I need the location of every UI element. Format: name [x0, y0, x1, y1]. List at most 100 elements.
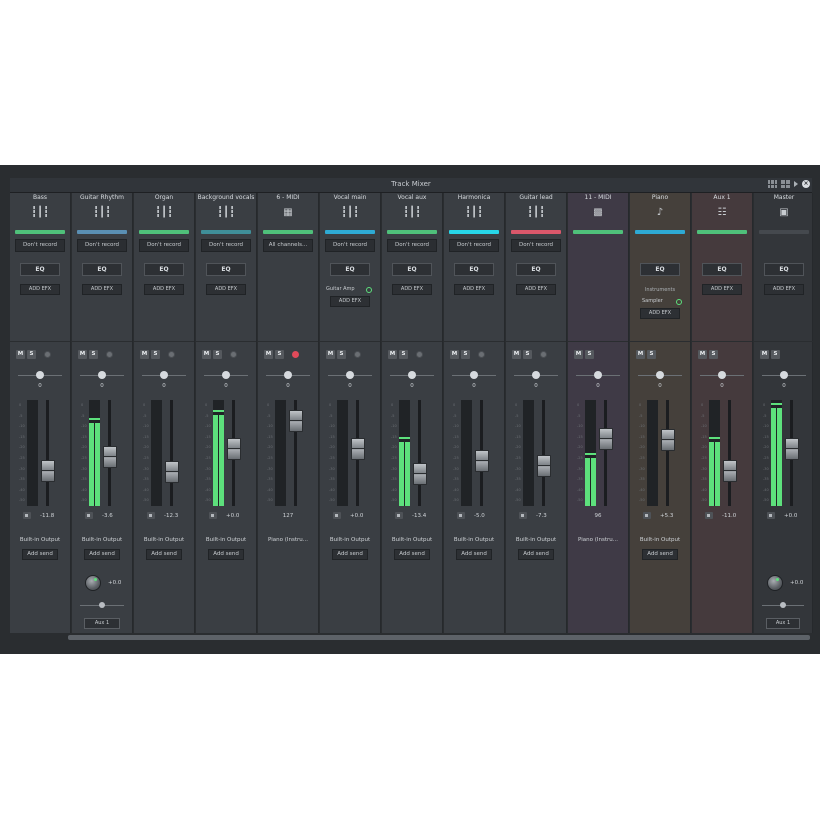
pan-knob[interactable]	[98, 371, 106, 379]
record-source-select[interactable]: Don't record	[387, 239, 437, 252]
volume-fader[interactable]	[351, 437, 365, 460]
track-name[interactable]: Vocal aux	[382, 194, 442, 201]
speaker-icon[interactable]	[643, 512, 651, 519]
track-color-bar[interactable]	[201, 230, 251, 234]
pan-slider[interactable]	[390, 371, 434, 379]
output-select[interactable]: Built-in Output	[382, 537, 442, 543]
track-color-bar[interactable]	[511, 230, 561, 234]
eq-button[interactable]: EQ	[20, 263, 60, 276]
send-destination-select[interactable]: Aux 1	[84, 618, 120, 629]
add-send-button[interactable]: Add send	[22, 549, 58, 560]
add-efx-button[interactable]: ADD EFX	[702, 284, 742, 295]
track-name[interactable]: Harmonica	[444, 194, 504, 201]
pan-knob[interactable]	[160, 371, 168, 379]
track-color-bar[interactable]	[449, 230, 499, 234]
mute-button[interactable]: M	[140, 350, 149, 359]
record-arm-button[interactable]	[106, 351, 113, 358]
record-arm-button[interactable]	[44, 351, 51, 358]
track-name[interactable]: Guitar lead	[506, 194, 566, 201]
volume-fader[interactable]	[413, 462, 427, 485]
speaker-icon[interactable]	[519, 512, 527, 519]
record-source-select[interactable]: Don't record	[77, 239, 127, 252]
eq-button[interactable]: EQ	[330, 263, 370, 276]
pan-slider[interactable]	[762, 371, 806, 379]
send-destination-select[interactable]: Aux 1	[766, 618, 800, 629]
add-efx-button[interactable]: ADD EFX	[516, 284, 556, 295]
pan-knob[interactable]	[470, 371, 478, 379]
record-arm-button[interactable]	[540, 351, 547, 358]
eq-button[interactable]: EQ	[144, 263, 184, 276]
speaker-icon[interactable]	[767, 512, 775, 519]
mute-button[interactable]: M	[326, 350, 335, 359]
solo-button[interactable]: S	[337, 350, 346, 359]
send-pan-knob[interactable]	[780, 602, 786, 608]
send-pan-slider[interactable]	[762, 602, 804, 608]
track-color-bar[interactable]	[573, 230, 623, 234]
close-icon[interactable]: ×	[802, 180, 810, 188]
track-name[interactable]: 6 - MIDI	[258, 194, 318, 201]
record-source-select[interactable]: Don't record	[449, 239, 499, 252]
record-arm-button[interactable]	[416, 351, 423, 358]
arrow-right-icon[interactable]	[794, 181, 798, 187]
track-color-bar[interactable]	[325, 230, 375, 234]
pan-slider[interactable]	[204, 371, 248, 379]
record-arm-button[interactable]	[478, 351, 485, 358]
mute-button[interactable]: M	[450, 350, 459, 359]
mute-button[interactable]: M	[574, 350, 583, 359]
eq-button[interactable]: EQ	[82, 263, 122, 276]
mute-button[interactable]: M	[388, 350, 397, 359]
add-efx-button[interactable]: ADD EFX	[82, 284, 122, 295]
solo-button[interactable]: S	[213, 350, 222, 359]
track-name[interactable]: Background vocals	[196, 194, 256, 201]
pan-knob[interactable]	[718, 371, 726, 379]
volume-fader[interactable]	[41, 460, 55, 483]
volume-fader[interactable]	[599, 427, 613, 450]
add-send-button[interactable]: Add send	[642, 549, 678, 560]
add-send-button[interactable]: Add send	[208, 549, 244, 560]
track-name[interactable]: Aux 1	[692, 194, 752, 201]
pan-slider[interactable]	[142, 371, 186, 379]
track-color-bar[interactable]	[635, 230, 685, 234]
volume-fader[interactable]	[103, 445, 117, 468]
send-pan-knob[interactable]	[99, 602, 105, 608]
speaker-icon[interactable]	[209, 512, 217, 519]
solo-button[interactable]: S	[151, 350, 160, 359]
add-send-button[interactable]: Add send	[84, 549, 120, 560]
record-source-select[interactable]: Don't record	[325, 239, 375, 252]
mute-button[interactable]: M	[698, 350, 707, 359]
solo-button[interactable]: S	[89, 350, 98, 359]
add-send-button[interactable]: Add send	[146, 549, 182, 560]
pan-slider[interactable]	[700, 371, 744, 379]
add-send-button[interactable]: Add send	[394, 549, 430, 560]
output-select[interactable]: Piano (Instru...	[568, 537, 628, 543]
record-source-select[interactable]: Don't record	[201, 239, 251, 252]
add-send-button[interactable]: Add send	[332, 549, 368, 560]
record-source-select[interactable]: Don't record	[139, 239, 189, 252]
speaker-icon[interactable]	[705, 512, 713, 519]
solo-button[interactable]: S	[647, 350, 656, 359]
volume-fader[interactable]	[165, 461, 179, 484]
volume-fader[interactable]	[289, 410, 303, 433]
volume-fader[interactable]	[661, 429, 675, 452]
solo-button[interactable]: S	[709, 350, 718, 359]
add-send-button[interactable]: Add send	[456, 549, 492, 560]
send-level-knob[interactable]	[85, 575, 101, 591]
pan-knob[interactable]	[594, 371, 602, 379]
mute-button[interactable]: M	[636, 350, 645, 359]
output-select[interactable]: Built-in Output	[630, 537, 690, 543]
pan-slider[interactable]	[266, 371, 310, 379]
output-select[interactable]: Built-in Output	[72, 537, 132, 543]
solo-button[interactable]: S	[27, 350, 36, 359]
speaker-icon[interactable]	[85, 512, 93, 519]
solo-button[interactable]: S	[585, 350, 594, 359]
grid-view-icon[interactable]	[768, 180, 777, 188]
add-efx-button[interactable]: ADD EFX	[20, 284, 60, 295]
eq-button[interactable]: EQ	[640, 263, 680, 276]
mute-button[interactable]: M	[16, 350, 25, 359]
add-efx-button[interactable]: ADD EFX	[764, 284, 804, 295]
track-name[interactable]: Guitar Rhythm	[72, 194, 132, 201]
record-source-select[interactable]: Don't record	[511, 239, 561, 252]
mute-button[interactable]: M	[78, 350, 87, 359]
mute-button[interactable]: M	[202, 350, 211, 359]
track-color-bar[interactable]	[697, 230, 747, 234]
